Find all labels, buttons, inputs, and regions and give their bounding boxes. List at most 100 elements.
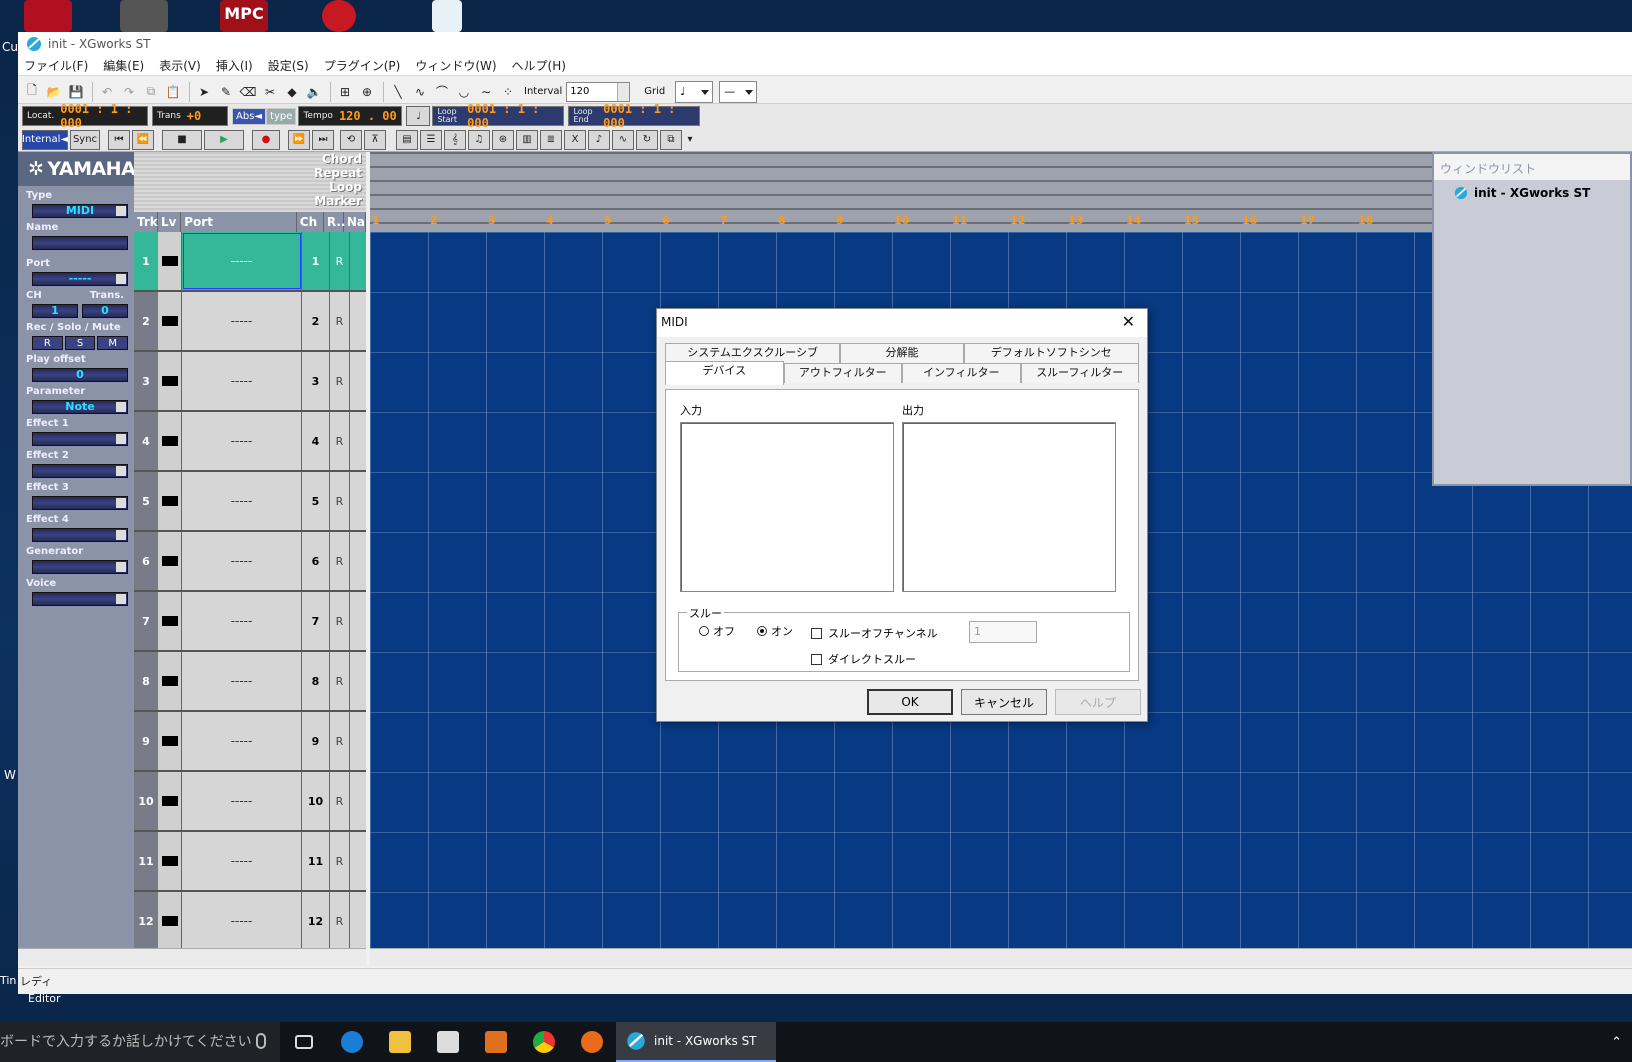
rewind-icon[interactable]: ⏪ (132, 129, 154, 150)
grid-select[interactable]: ♩ (675, 80, 714, 103)
thru-off-channel-checkbox[interactable]: スルーオフチャンネル (811, 625, 938, 641)
window-icon[interactable]: ⧉ (660, 129, 682, 150)
track-number[interactable]: 4 (134, 412, 158, 470)
track-row[interactable]: 4 ----- 4 R (134, 412, 366, 472)
track-row[interactable]: 5 ----- 5 R (134, 472, 366, 532)
loop-icon[interactable]: ⟲ (340, 129, 362, 150)
ch-field[interactable]: 1 (32, 304, 78, 318)
curve2-icon[interactable]: ⌒ (432, 82, 452, 102)
track-rec[interactable]: R (330, 892, 350, 950)
port-arrow-icon[interactable] (116, 274, 126, 284)
thru-off-radio[interactable]: オフ (699, 623, 735, 639)
vst-icon[interactable] (120, 0, 168, 32)
list-view-icon[interactable]: ☰ (420, 129, 442, 150)
track-row[interactable]: 8 ----- 8 R (134, 652, 366, 712)
keyboard-icon[interactable]: ♪ (588, 129, 610, 150)
track-name[interactable] (350, 472, 366, 530)
task-view-icon[interactable] (280, 1022, 328, 1062)
track-channel[interactable]: 12 (302, 892, 330, 950)
track-rec[interactable]: R (330, 412, 350, 470)
track-name[interactable] (350, 532, 366, 590)
track-name[interactable] (350, 832, 366, 890)
save-icon[interactable]: 💾 (66, 82, 86, 102)
copy-icon[interactable]: ⧉ (141, 82, 161, 102)
track-channel[interactable]: 9 (302, 712, 330, 770)
tab-out-filter[interactable]: アウトフィルター (783, 363, 902, 383)
cd-icon[interactable] (432, 0, 462, 32)
track-rec[interactable]: R (330, 652, 350, 710)
header-r[interactable]: R.. (324, 212, 345, 232)
track-channel[interactable]: 5 (302, 472, 330, 530)
curve3-icon[interactable]: ◡ (454, 82, 474, 102)
header-lv[interactable]: Lv (158, 212, 182, 232)
rec-button[interactable]: R (32, 336, 63, 350)
tab-thru-filter[interactable]: スルーフィルター (1020, 363, 1139, 383)
direct-thru-checkbox[interactable]: ダイレクトスルー (811, 651, 916, 667)
speaker-icon[interactable]: 🔈 (304, 82, 324, 102)
menu-help[interactable]: ヘルプ(H) (512, 57, 566, 74)
track-name[interactable] (350, 652, 366, 710)
track-port[interactable]: ----- (182, 232, 302, 290)
track-channel[interactable]: 8 (302, 652, 330, 710)
tray-chevron-icon[interactable]: ⌃ (1611, 1035, 1632, 1050)
track-rec[interactable]: R (330, 772, 350, 830)
track-name[interactable] (350, 412, 366, 470)
track-list-scrollbar[interactable] (18, 948, 366, 966)
open-folder-icon[interactable]: 📂 (44, 82, 64, 102)
internal-button[interactable]: Internal◄ (22, 129, 68, 150)
tab-device[interactable]: デバイス (665, 361, 784, 385)
tab-sysex[interactable]: システムエクスクルーシブ (665, 343, 841, 363)
interval-spinner[interactable] (617, 82, 630, 101)
glue-icon[interactable]: ◆ (282, 82, 302, 102)
parameter-arrow-icon[interactable] (116, 402, 126, 412)
voice-field[interactable] (32, 592, 128, 606)
port-field[interactable]: ----- (32, 272, 128, 286)
track-name[interactable] (350, 592, 366, 650)
track-channel[interactable]: 11 (302, 832, 330, 890)
effect4-arrow-icon[interactable] (116, 530, 126, 540)
track-channel[interactable]: 4 (302, 412, 330, 470)
new-file-icon[interactable]: 🗋 (22, 82, 42, 102)
tab-resolution[interactable]: 分解能 (840, 343, 964, 363)
header-trk[interactable]: Trk (134, 212, 158, 232)
track-port[interactable]: ----- (182, 292, 302, 350)
taskbar-search[interactable]: ボードで入力するか話しかけてください (0, 1022, 280, 1062)
score-icon[interactable]: ♫ (468, 129, 490, 150)
track-name[interactable] (350, 232, 366, 290)
track-rec[interactable]: R (330, 472, 350, 530)
wave-tool-icon[interactable]: ∼ (476, 82, 496, 102)
header-name[interactable]: Na (344, 212, 366, 232)
track-name[interactable] (350, 292, 366, 350)
trans-display[interactable]: Trans +0 (152, 106, 228, 126)
mixer-icon[interactable]: ▥ (516, 129, 538, 150)
close-icon[interactable]: ✕ (1122, 314, 1143, 331)
track-port[interactable]: ----- (182, 412, 302, 470)
effect4-field[interactable] (32, 528, 128, 542)
track-name[interactable] (350, 352, 366, 410)
drum-icon[interactable]: ⊛ (492, 129, 514, 150)
cubase-icon[interactable] (24, 0, 72, 32)
effect3-field[interactable] (32, 496, 128, 510)
track-rec[interactable]: R (330, 532, 350, 590)
chrome-icon[interactable] (520, 1022, 568, 1062)
curve1-icon[interactable]: ∿ (410, 82, 430, 102)
track-port[interactable]: ----- (182, 352, 302, 410)
track-row[interactable]: 10 ----- 10 R (134, 772, 366, 832)
track-number[interactable]: 5 (134, 472, 158, 530)
effect2-field[interactable] (32, 464, 128, 478)
punch-icon[interactable]: ⊼ (364, 129, 386, 150)
effect1-field[interactable] (32, 432, 128, 446)
generator-field[interactable] (32, 560, 128, 574)
undo-icon[interactable]: ↶ (97, 82, 117, 102)
target-icon[interactable] (322, 0, 356, 32)
track-number[interactable]: 7 (134, 592, 158, 650)
track-name[interactable] (350, 892, 366, 950)
track-row[interactable]: 1 ----- 1 R (134, 232, 366, 292)
track-number[interactable]: 12 (134, 892, 158, 950)
output-listbox[interactable] (902, 422, 1116, 592)
input-listbox[interactable] (680, 422, 894, 592)
track-rec[interactable]: R (330, 592, 350, 650)
effect1-arrow-icon[interactable] (116, 434, 126, 444)
track-rec[interactable]: R (330, 352, 350, 410)
track-rec[interactable]: R (330, 232, 350, 290)
